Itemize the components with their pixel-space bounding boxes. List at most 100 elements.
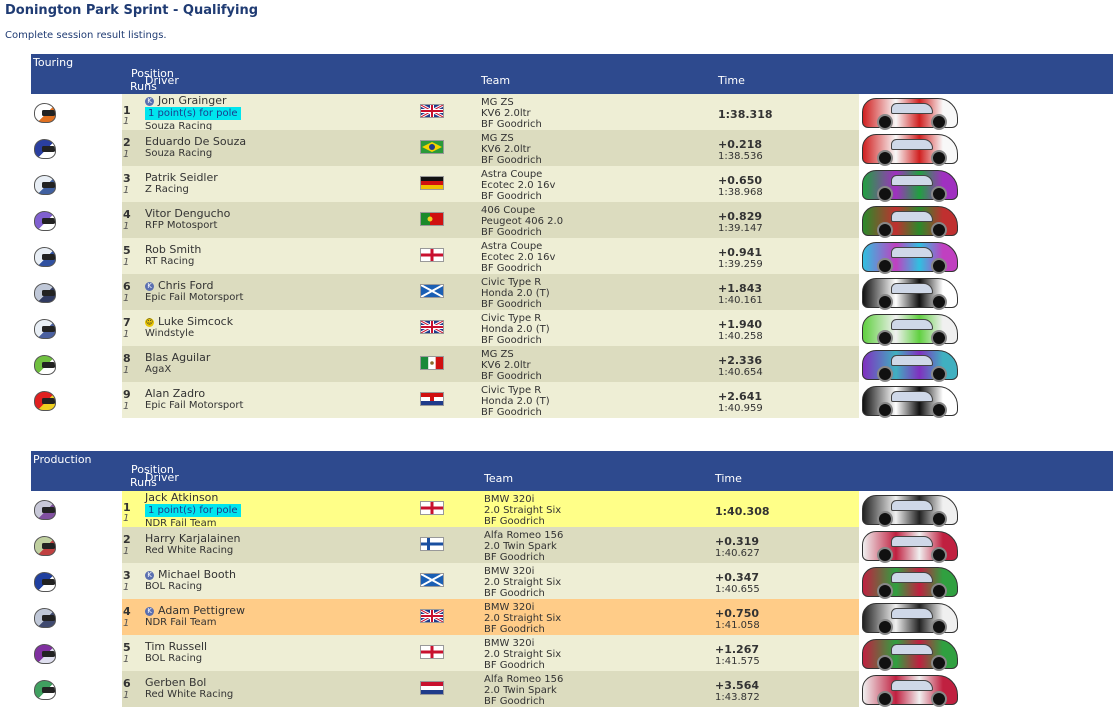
license-badge-icon: K	[145, 97, 154, 106]
runs-value: 1	[123, 513, 130, 524]
driver-name-text[interactable]: Eduardo De Souza	[145, 135, 246, 148]
driver-name[interactable]: Alan Zadro	[145, 387, 205, 400]
driver-name-text[interactable]: Harry Karjalainen	[145, 532, 241, 545]
car-livery-image	[862, 134, 958, 166]
car-livery-image	[862, 314, 958, 346]
gap-value: +0.829	[718, 210, 763, 223]
team-name: Epic Fail Motorsport	[145, 400, 244, 411]
car-window-icon	[891, 355, 933, 366]
license-badge-icon: K	[145, 282, 154, 291]
license-badge-icon: K	[145, 571, 154, 580]
driver-name[interactable]: ☺ Luke Simcock	[145, 315, 233, 328]
driver-name[interactable]: Patrik Seidler	[145, 171, 218, 184]
page-title: Donington Park Sprint - Qualifying	[5, 3, 259, 18]
position-value: 5	[123, 244, 131, 257]
section-header: Touring Position Runs Driver Team Time	[31, 54, 1113, 94]
car-livery-image	[862, 278, 958, 310]
driver-name[interactable]: Blas Aguilar	[145, 351, 210, 364]
car-wheel-icon	[931, 294, 947, 310]
car-livery-image	[862, 170, 958, 202]
table-row: 3 1 K Michael Booth BOL Racing BMW 320i 2.0 St…	[0, 563, 1113, 599]
driver-name-text[interactable]: Luke Simcock	[158, 315, 233, 328]
driver-name-text[interactable]: Blas Aguilar	[145, 351, 210, 364]
car-window-icon	[891, 680, 933, 691]
gap-value: +1.267	[715, 643, 760, 656]
table-row: 1 1 K Jon Grainger 1 point(s) for pole Souza …	[0, 94, 1113, 132]
gap-value: +0.319	[715, 535, 760, 548]
table-row: 5 1 Tim Russell BOL Racing BMW 320i 2.0 Strai…	[0, 635, 1113, 671]
driver-name[interactable]: Gerben Bol	[145, 676, 206, 689]
gap-value: +0.347	[715, 571, 760, 584]
driver-name[interactable]: Harry Karjalainen	[145, 532, 241, 545]
driver-name-text[interactable]: Alan Zadro	[145, 387, 205, 400]
position-value: 2	[123, 136, 131, 149]
driver-name-text[interactable]: Chris Ford	[158, 279, 213, 292]
flag-scotland-icon	[420, 284, 444, 298]
flag-netherlands-icon	[420, 681, 444, 695]
driver-name-text[interactable]: Rob Smith	[145, 243, 201, 256]
car-livery-image	[862, 567, 958, 599]
lap-time: 1:40.627	[715, 548, 760, 559]
flag-england-icon	[420, 248, 444, 262]
page-subtitle: Complete session result listings.	[5, 30, 167, 41]
lap-time: 1:40.959	[718, 403, 763, 414]
helmet-icon	[34, 572, 56, 592]
car-wheel-icon	[931, 547, 947, 563]
column-header-driver: Driver	[145, 471, 179, 484]
driver-name-text[interactable]: Tim Russell	[145, 640, 207, 653]
helmet-icon	[34, 500, 56, 520]
gap-value: +1.843	[718, 282, 763, 295]
position-value: 3	[123, 172, 131, 185]
driver-name[interactable]: Vitor Dengucho	[145, 207, 230, 220]
helmet-icon	[34, 608, 56, 628]
flag-scotland-icon	[420, 573, 444, 587]
driver-name-text[interactable]: Michael Booth	[158, 568, 236, 581]
runs-value: 1	[123, 654, 130, 665]
driver-name[interactable]: K Chris Ford	[145, 279, 213, 292]
car-wheel-icon	[877, 294, 893, 310]
car-window-icon	[891, 500, 933, 511]
visor-icon	[42, 110, 55, 116]
driver-name[interactable]: K Jon Grainger	[145, 94, 227, 107]
section-header: Production Position Runs Driver Team Time	[31, 451, 1113, 491]
car-livery-image	[862, 495, 958, 527]
driver-name-text[interactable]: Vitor Dengucho	[145, 207, 230, 220]
table-row: 6 1 Gerben Bol Red White Racing Alfa Romeo 1…	[0, 671, 1113, 707]
team-name: Red White Racing	[145, 689, 234, 700]
license-badge-icon: ☺	[145, 318, 154, 327]
flag-finland-icon	[420, 537, 444, 551]
driver-name-text[interactable]: Adam Pettigrew	[158, 604, 245, 617]
column-header-time: Time	[718, 74, 745, 87]
driver-name[interactable]: Tim Russell	[145, 640, 207, 653]
lap-time: 1:40.258	[718, 331, 763, 342]
driver-name[interactable]: Jack Atkinson	[145, 491, 218, 504]
position-value: 7	[123, 316, 131, 329]
position-value: 8	[123, 352, 131, 365]
pole-points-text: 1 point(s) for pole	[145, 107, 241, 120]
car-wheel-icon	[877, 150, 893, 166]
gap-value: 1:40.308	[715, 505, 770, 518]
car-wheel-icon	[931, 691, 947, 707]
visor-icon	[42, 182, 55, 188]
driver-name[interactable]: Eduardo De Souza	[145, 135, 246, 148]
driver-name-text[interactable]: Jon Grainger	[158, 94, 227, 107]
helmet-icon	[34, 319, 56, 339]
visor-icon	[42, 326, 55, 332]
driver-name[interactable]: Rob Smith	[145, 243, 201, 256]
driver-name[interactable]: K Adam Pettigrew	[145, 604, 245, 617]
car-window-icon	[891, 572, 933, 583]
visor-icon	[42, 218, 55, 224]
driver-name[interactable]: K Michael Booth	[145, 568, 236, 581]
driver-name-text[interactable]: Gerben Bol	[145, 676, 206, 689]
car-livery-image	[862, 603, 958, 635]
car-wheel-icon	[931, 583, 947, 599]
position-value: 4	[123, 208, 131, 221]
flag-germany-icon	[420, 176, 444, 190]
car-wheel-icon	[877, 691, 893, 707]
driver-name-text[interactable]: Patrik Seidler	[145, 171, 218, 184]
car-window-icon	[891, 103, 933, 114]
car-wheel-icon	[931, 150, 947, 166]
driver-name-text[interactable]: Jack Atkinson	[145, 491, 218, 504]
table-row: 5 1 Rob Smith RT Racing Astra Coupe Ecotec 2.…	[0, 238, 1113, 274]
class-name: Touring	[33, 56, 74, 69]
